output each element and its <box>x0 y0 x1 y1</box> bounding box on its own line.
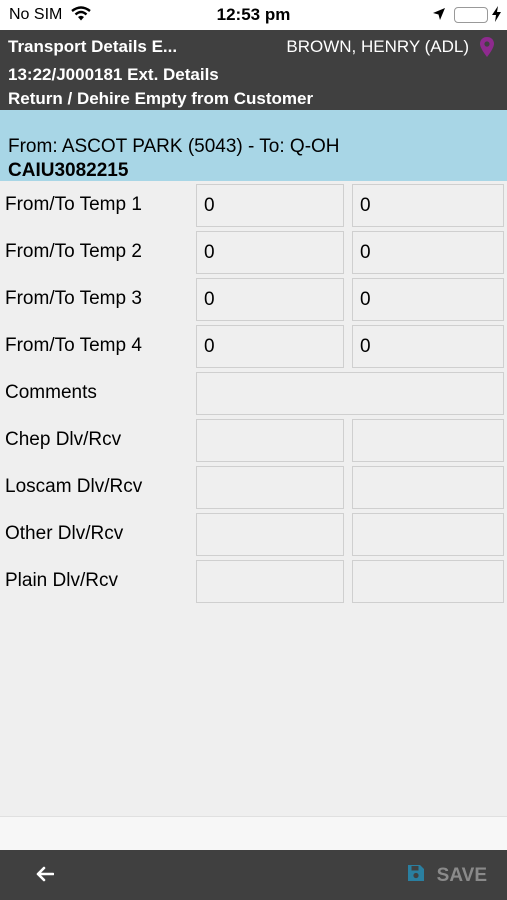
charging-bolt-icon <box>492 6 501 25</box>
temp-4-from-input[interactable]: 0 <box>196 325 344 368</box>
temp-1-from-input[interactable]: 0 <box>196 184 344 227</box>
route-panel: From: ASCOT PARK (5043) - To: Q-OH CAIU3… <box>0 110 507 181</box>
container-number: CAIU3082215 <box>8 160 129 181</box>
bottom-strip <box>0 816 507 850</box>
temp-4-label: From/To Temp 4 <box>5 335 142 356</box>
save-label: SAVE <box>436 865 487 886</box>
temp-2-label: From/To Temp 2 <box>5 241 142 262</box>
back-arrow-icon[interactable] <box>36 866 55 887</box>
temp-3-from-input[interactable]: 0 <box>196 278 344 321</box>
temp-4-row: From/To Temp 4 0 0 <box>0 323 507 370</box>
temp-2-from-input[interactable]: 0 <box>196 231 344 274</box>
user-name: BROWN, HENRY (ADL) <box>286 37 469 56</box>
chep-label: Chep Dlv/Rcv <box>5 429 122 450</box>
save-button[interactable]: SAVE <box>407 864 487 888</box>
temp-1-label: From/To Temp 1 <box>5 194 142 215</box>
loscam-dlv-input[interactable] <box>196 466 344 509</box>
plain-label: Plain Dlv/Rcv <box>5 570 118 591</box>
comments-input[interactable] <box>196 372 504 415</box>
page-title: Transport Details E... <box>8 37 178 56</box>
other-rcv-input[interactable] <box>352 513 504 556</box>
temp-3-to-input[interactable]: 0 <box>352 278 504 321</box>
temp-4-to-input[interactable]: 0 <box>352 325 504 368</box>
plain-row: Plain Dlv/Rcv <box>0 558 507 605</box>
loscam-rcv-input[interactable] <box>352 466 504 509</box>
chep-row: Chep Dlv/Rcv <box>0 417 507 464</box>
comments-row: Comments <box>0 370 507 417</box>
location-arrow-icon <box>432 7 446 26</box>
other-label: Other Dlv/Rcv <box>5 523 124 544</box>
loscam-label: Loscam Dlv/Rcv <box>5 476 143 497</box>
temp-2-row: From/To Temp 2 0 0 <box>0 229 507 276</box>
route-text: From: ASCOT PARK (5043) - To: Q-OH <box>8 136 340 157</box>
location-pin-icon[interactable] <box>479 36 495 63</box>
other-row: Other Dlv/Rcv <box>0 511 507 558</box>
status-bar: No SIM 12:53 pm <box>0 0 507 30</box>
plain-rcv-input[interactable] <box>352 560 504 603</box>
loscam-row: Loscam Dlv/Rcv <box>0 464 507 511</box>
temp-2-to-input[interactable]: 0 <box>352 231 504 274</box>
temp-1-row: From/To Temp 1 0 0 <box>0 182 507 229</box>
chep-rcv-input[interactable] <box>352 419 504 462</box>
temp-1-to-input[interactable]: 0 <box>352 184 504 227</box>
app-header: Transport Details E... BROWN, HENRY (ADL… <box>0 30 507 110</box>
plain-dlv-input[interactable] <box>196 560 344 603</box>
bottom-toolbar: SAVE <box>0 850 507 900</box>
job-reference: 13:22/J000181 Ext. Details <box>8 65 219 84</box>
job-description: Return / Dehire Empty from Customer <box>8 89 314 108</box>
battery-icon <box>454 7 488 23</box>
temp-3-label: From/To Temp 3 <box>5 288 142 309</box>
floppy-disk-icon <box>407 864 425 888</box>
clock: 12:53 pm <box>216 5 291 24</box>
other-dlv-input[interactable] <box>196 513 344 556</box>
temp-3-row: From/To Temp 3 0 0 <box>0 276 507 323</box>
chep-dlv-input[interactable] <box>196 419 344 462</box>
comments-label: Comments <box>5 382 97 403</box>
